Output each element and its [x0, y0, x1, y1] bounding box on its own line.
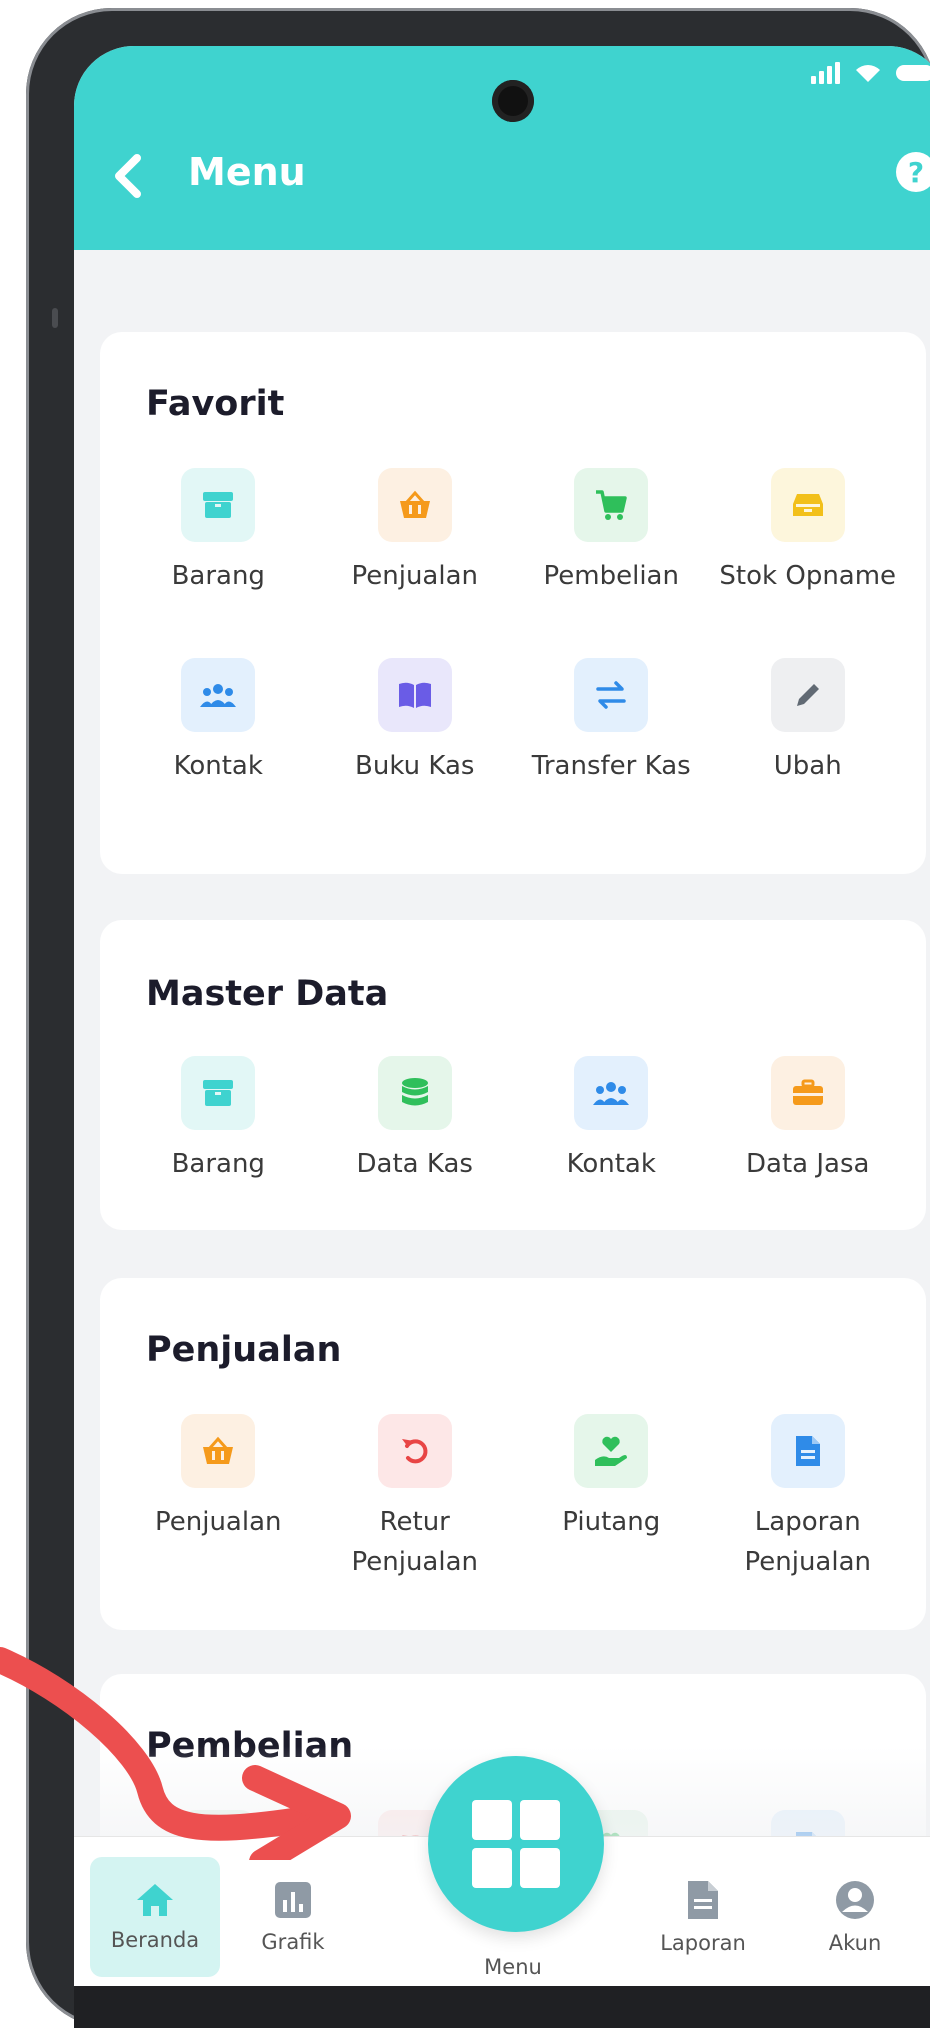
signal-icon [811, 62, 840, 84]
menu-item-label: Kontak [566, 1149, 656, 1179]
menu-item-label: Data Kas [356, 1149, 473, 1179]
menu-item-penjualan[interactable]: Penjualan [120, 1414, 317, 1604]
people-icon [181, 658, 256, 732]
grid-icon [472, 1800, 560, 1888]
nav-label: Akun [828, 1931, 882, 1955]
account-icon [836, 1881, 874, 1919]
menu-item-pembelian[interactable]: Pembelian [513, 468, 710, 658]
cart-icon [574, 468, 649, 542]
drawer-icon [770, 468, 845, 542]
menu-item-penjualan[interactable]: Penjualan [317, 468, 514, 658]
menu-item-label: Barang [171, 561, 265, 591]
side-button [52, 308, 58, 328]
menu-item-retur-penjualan[interactable]: Retur Penjualan [317, 1414, 514, 1604]
phone-frame: Menu ? Favorit Barang Penjualan Pembelian S… [26, 8, 930, 2028]
battery-icon [896, 65, 930, 81]
database-icon [377, 1056, 452, 1130]
nav-label: Beranda [110, 1928, 200, 1952]
menu-item-label: Data Jasa [746, 1149, 870, 1179]
report-icon [688, 1881, 718, 1919]
menu-item-label: Buku Kas [355, 751, 475, 781]
book-icon [377, 658, 452, 732]
menu-item-ubah[interactable]: Ubah [710, 658, 907, 848]
menu-item-barang[interactable]: Barang [120, 468, 317, 658]
section-title: Penjualan [146, 1330, 342, 1370]
help-button[interactable]: ? [896, 152, 930, 192]
basket-icon [181, 1414, 256, 1488]
section-favorit: Favorit Barang Penjualan Pembelian Stok Opn… [100, 332, 926, 874]
menu-item-label: Piutang [562, 1507, 661, 1537]
front-camera [492, 80, 534, 122]
menu-item-label: Penjualan [351, 561, 479, 591]
back-button[interactable] [108, 146, 148, 206]
basket-icon [377, 468, 452, 542]
menu-item-stok-opname[interactable]: Stok Opname [710, 468, 907, 658]
item-grid: Penjualan Retur Penjualan Piutang Laporan P… [120, 1414, 906, 1604]
menu-item-label: Pembelian [543, 561, 679, 591]
menu-fab-button[interactable] [428, 1756, 604, 1932]
bar-chart-icon [275, 1882, 311, 1918]
wifi-icon [856, 65, 880, 82]
item-grid: Barang Penjualan Pembelian Stok Opname Konta… [120, 468, 906, 848]
transfer-icon [574, 658, 649, 732]
nav-label: Menu [484, 1955, 542, 1979]
menu-item-data-jasa[interactable]: Data Jasa [710, 1056, 907, 1246]
menu-item-label: Stok Opname [719, 561, 897, 591]
section-penjualan: Penjualan Penjualan Retur Penjualan Piutan… [100, 1278, 926, 1630]
menu-item-label: Laporan Penjualan [744, 1507, 872, 1577]
menu-item-label: Penjualan [155, 1507, 282, 1537]
nav-grafik[interactable]: Grafik [228, 1857, 358, 1977]
menu-item-label: Barang [171, 1149, 265, 1179]
menu-item-kontak[interactable]: Kontak [513, 1056, 710, 1246]
box-icon [181, 1056, 256, 1130]
menu-item-barang[interactable]: Barang [120, 1056, 317, 1246]
home-icon [137, 1884, 173, 1916]
section-title: Favorit [146, 384, 285, 424]
nav-beranda[interactable]: Beranda [90, 1857, 220, 1977]
return-icon [377, 1414, 452, 1488]
item-grid: Barang Data Kas Kontak Data Jasa [120, 1056, 906, 1246]
app-header: Menu ? [74, 46, 930, 250]
box-icon [181, 468, 256, 542]
chevron-left-icon [115, 154, 141, 198]
device-bottom-bezel [74, 1986, 930, 2028]
nav-label: Laporan [660, 1931, 746, 1955]
menu-item-laporan-penjualan[interactable]: Laporan Penjualan [710, 1414, 907, 1604]
nav-laporan[interactable]: Laporan [638, 1857, 768, 1977]
app-screen: Menu ? Favorit Barang Penjualan Pembelian S… [74, 46, 930, 2028]
nav-label: Grafik [261, 1930, 325, 1954]
menu-item-buku-kas[interactable]: Buku Kas [317, 658, 514, 848]
menu-item-data-kas[interactable]: Data Kas [317, 1056, 514, 1246]
menu-item-kontak[interactable]: Kontak [120, 658, 317, 848]
menu-item-label: Kontak [173, 751, 263, 781]
menu-item-label: Retur Penjualan [351, 1507, 479, 1577]
section-title: Master Data [146, 974, 389, 1014]
people-icon [574, 1056, 649, 1130]
page-title: Menu [188, 150, 306, 194]
hand-heart-icon [574, 1414, 649, 1488]
menu-item-piutang[interactable]: Piutang [513, 1414, 710, 1604]
nav-akun[interactable]: Akun [790, 1857, 920, 1977]
menu-item-transfer-kas[interactable]: Transfer Kas [513, 658, 710, 848]
status-bar [811, 62, 930, 84]
section-master-data: Master Data Barang Data Kas Kontak Data Jas… [100, 920, 926, 1230]
briefcase-icon [770, 1056, 845, 1130]
menu-item-label: Ubah [773, 751, 842, 781]
pencil-icon [770, 658, 845, 732]
document-icon [770, 1414, 845, 1488]
menu-item-label: Transfer Kas [531, 751, 691, 781]
